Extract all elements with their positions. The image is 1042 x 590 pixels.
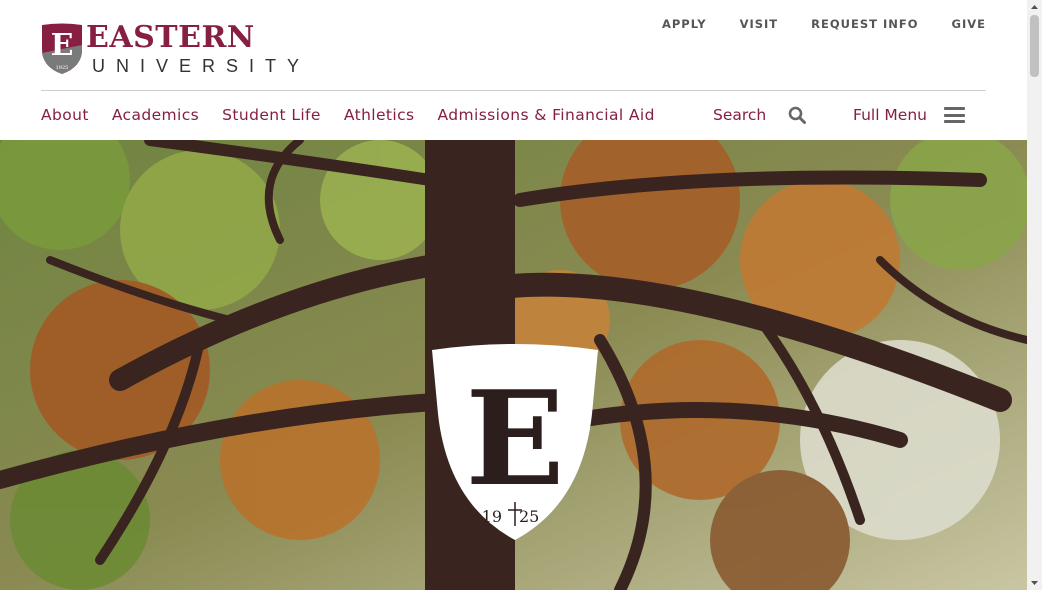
svg-text:1925: 1925 — [56, 65, 69, 71]
logo-shield-icon: E 1925 — [42, 23, 82, 74]
page: E 1925 EASTERN UNIVERSITY APPLY VISIT RE… — [0, 0, 1027, 590]
main-nav: About Academics Student Life Athletics A… — [41, 104, 678, 126]
utility-link-apply[interactable]: APPLY — [662, 17, 707, 31]
emblem-year-right: 25 — [519, 507, 539, 526]
logo-wordmark: EASTERN — [86, 20, 255, 55]
utility-link-give[interactable]: GIVE — [952, 17, 986, 31]
hamburger-icon — [944, 107, 965, 123]
full-menu-label: Full Menu — [853, 106, 927, 124]
svg-text:E: E — [51, 28, 74, 63]
full-menu-button[interactable]: Full Menu — [853, 104, 965, 126]
nav-athletics[interactable]: Athletics — [344, 104, 415, 126]
logo-subtitle: UNIVERSITY — [92, 56, 311, 76]
emblem-year-left: 19 — [482, 507, 502, 526]
university-emblem: E 19 25 — [432, 344, 598, 540]
utility-link-visit[interactable]: VISIT — [740, 17, 779, 31]
scroll-up-arrow-icon[interactable] — [1027, 0, 1042, 15]
nav-student-life[interactable]: Student Life — [222, 104, 321, 126]
scroll-thumb[interactable] — [1030, 15, 1039, 77]
search-icon — [788, 106, 807, 124]
hero-video: E 19 25 — [0, 140, 1027, 590]
nav-admissions-financial-aid[interactable]: Admissions & Financial Aid — [438, 104, 655, 126]
university-logo[interactable]: E 1925 EASTERN UNIVERSITY — [40, 20, 299, 77]
search-button[interactable]: Search — [713, 104, 807, 126]
utility-nav: APPLY VISIT REQUEST INFO GIVE — [629, 17, 986, 31]
nav-academics[interactable]: Academics — [112, 104, 199, 126]
site-header: E 1925 EASTERN UNIVERSITY APPLY VISIT RE… — [0, 0, 1027, 140]
scroll-down-arrow-icon[interactable] — [1027, 575, 1042, 590]
page-scrollbar[interactable] — [1027, 0, 1042, 590]
utility-link-request-info[interactable]: REQUEST INFO — [811, 17, 918, 31]
header-divider — [41, 90, 986, 91]
search-label: Search — [713, 106, 767, 124]
nav-about[interactable]: About — [41, 104, 89, 126]
